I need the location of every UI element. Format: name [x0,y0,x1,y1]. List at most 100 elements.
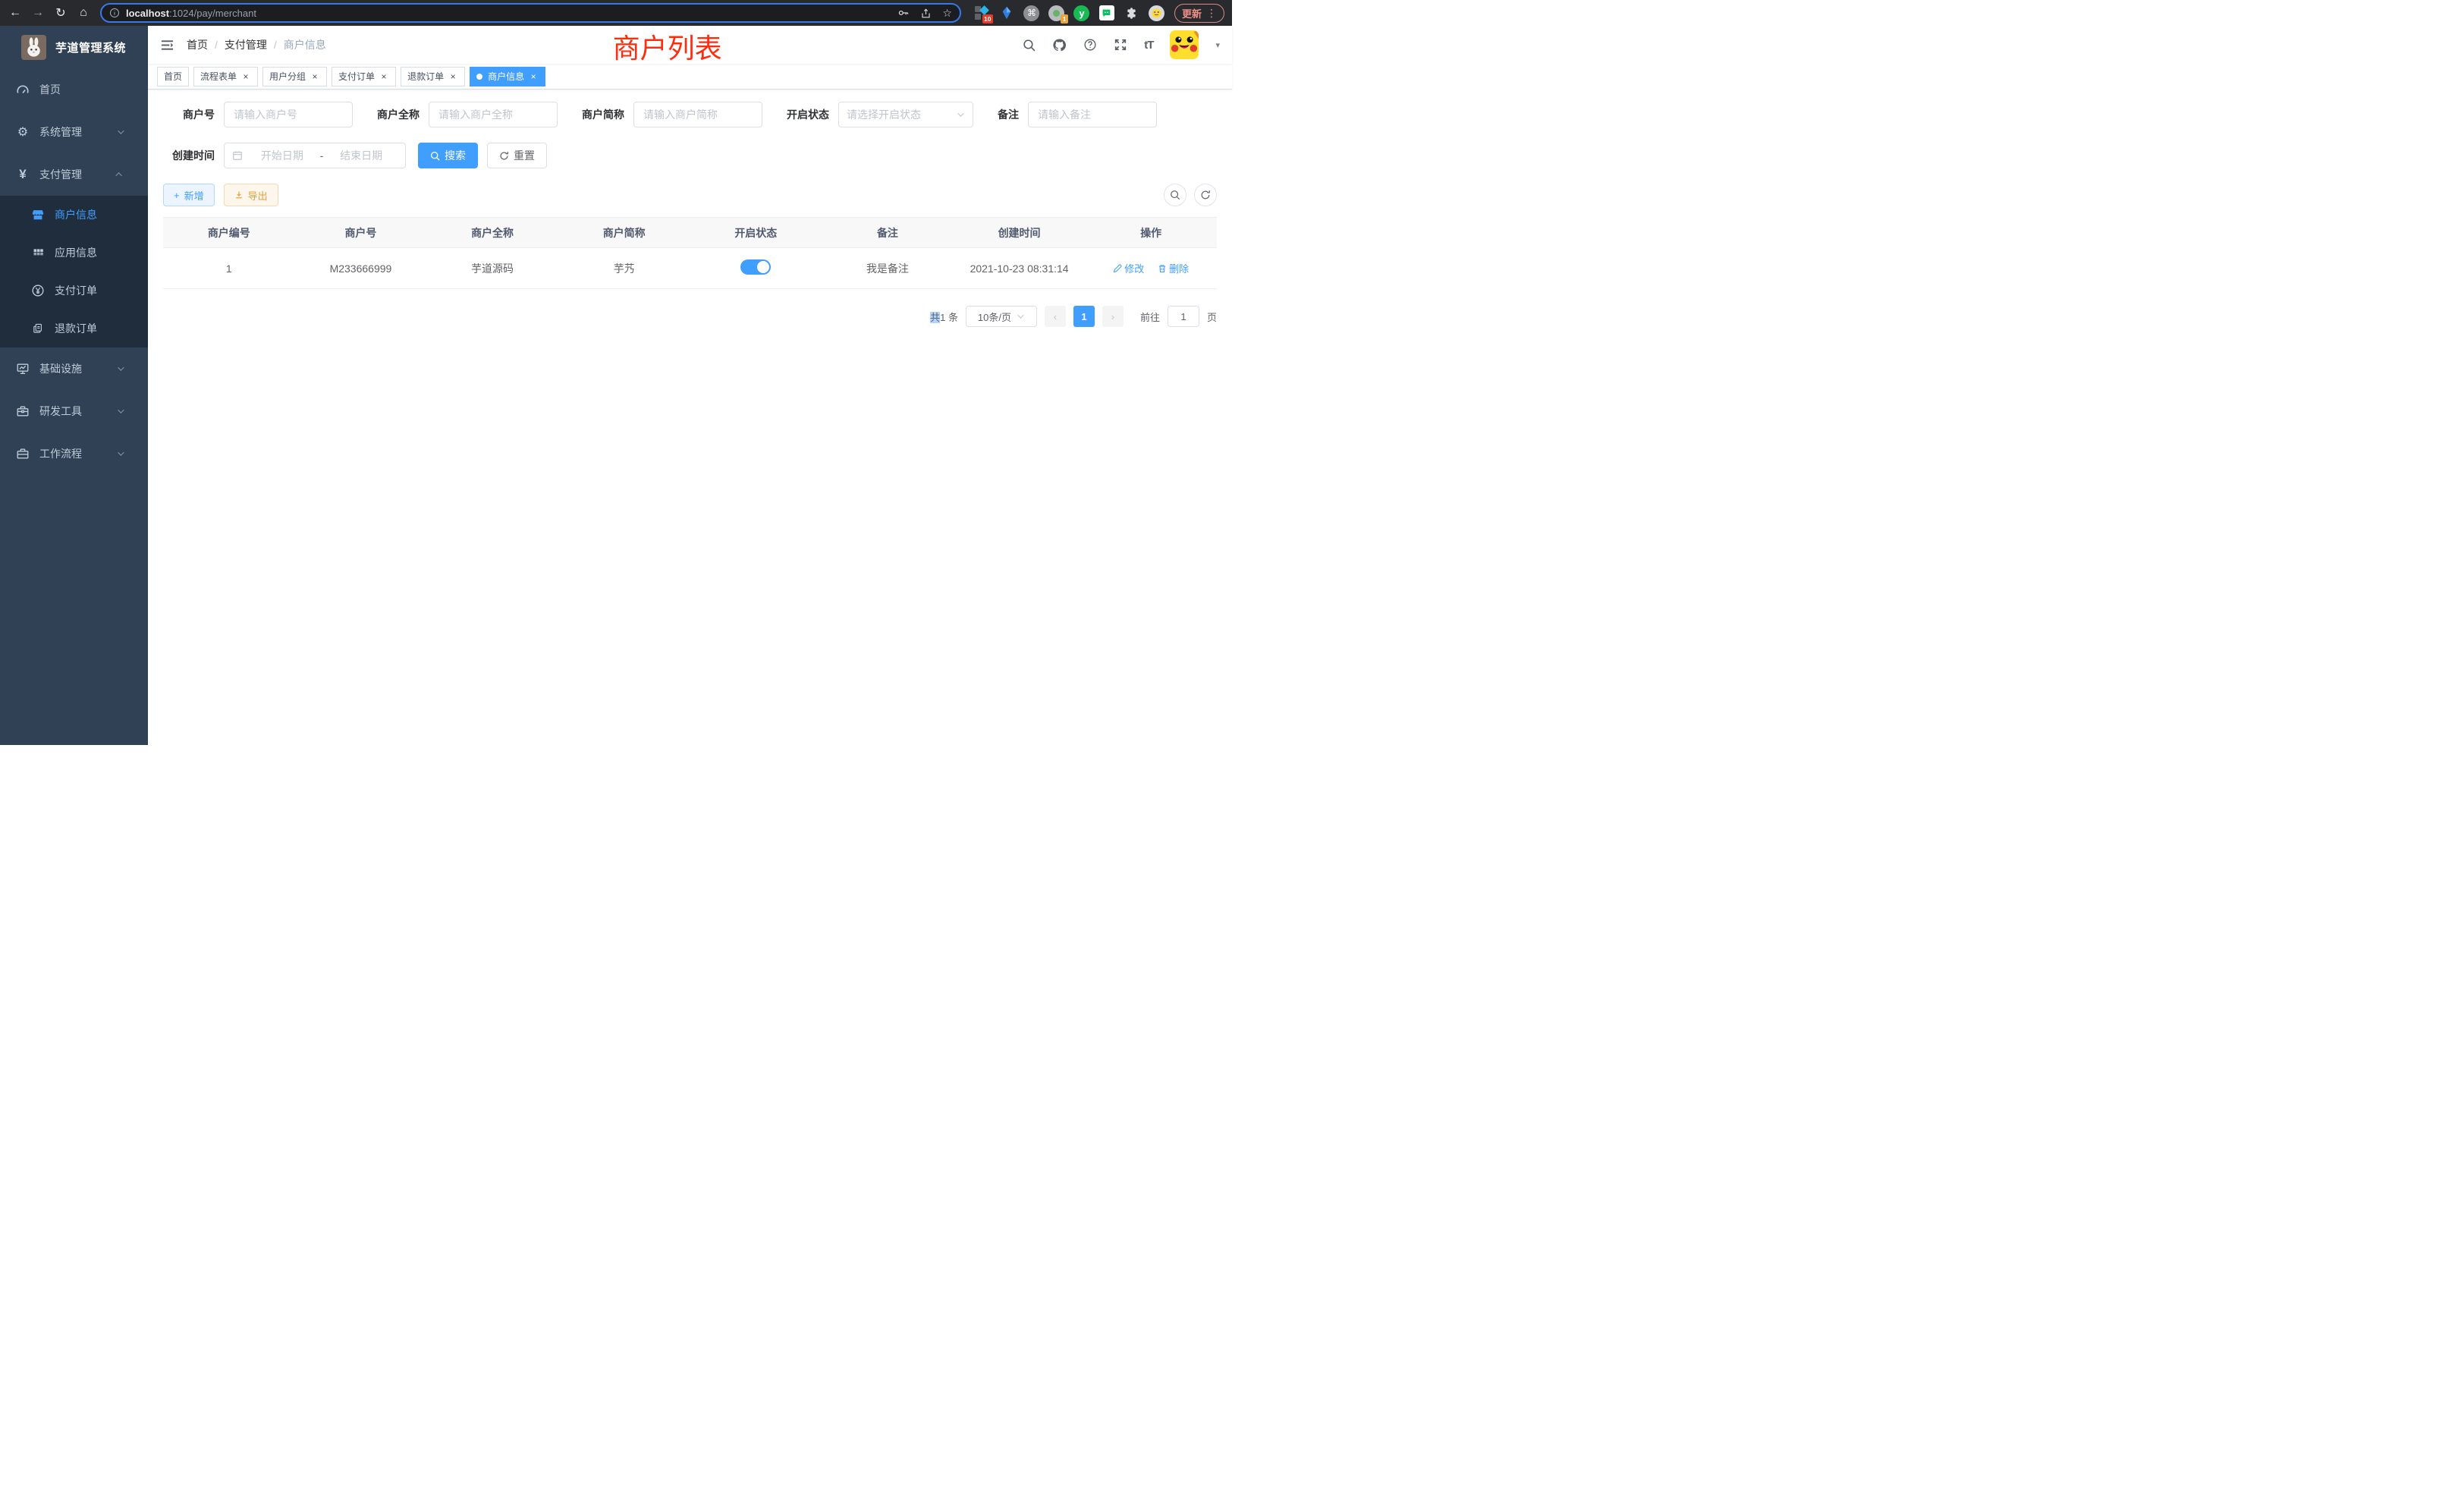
col-create-time: 创建时间 [954,218,1086,248]
status-toggle-on[interactable] [740,259,771,275]
merchant-full-name-input[interactable] [429,102,558,127]
app-logo-row[interactable]: 芋道管理系统 [0,26,148,68]
share-icon[interactable] [920,8,932,19]
tab-process-form[interactable]: 流程表单× [193,67,258,86]
extension-icon-command[interactable]: ⌘ [1023,5,1040,21]
sidebar-item-workflow[interactable]: 工作流程 [0,432,148,475]
tab-label: 用户分组 [269,70,306,83]
address-bar[interactable]: localhost :1024/pay/merchant ☆ [100,3,961,23]
extension-icon-meet[interactable]: 1 [1048,5,1065,21]
sidebar-item-label: 支付管理 [39,167,82,182]
url-host: localhost [126,8,169,19]
browser-back-button[interactable]: ← [5,2,26,24]
goto-page-input[interactable] [1168,306,1199,327]
current-page-button[interactable]: 1 [1073,306,1095,327]
sidebar-item-dev-tools[interactable]: 研发工具 [0,390,148,432]
sidebar-item-label: 系统管理 [39,124,82,140]
bookmark-star-icon[interactable]: ☆ [942,7,952,20]
github-icon[interactable] [1052,38,1067,52]
extension-badge: 1 [1061,14,1068,24]
tab-close-icon[interactable]: × [448,71,458,82]
monkey-diamond-icon [979,5,989,15]
tab-merchant-info-active[interactable]: 商户信息× [470,67,545,86]
tab-refund-order[interactable]: 退款订单× [401,67,465,86]
fullscreen-icon[interactable] [1114,38,1127,52]
site-info-icon[interactable] [109,8,120,18]
merchant-short-name-input[interactable] [633,102,762,127]
status-select[interactable]: 请选择开启状态 [838,102,973,127]
delete-row-button[interactable]: 删除 [1158,261,1189,275]
status-select-placeholder: 请选择开启状态 [847,107,957,122]
extension-badge: 10 [982,14,993,24]
password-key-icon[interactable] [897,7,910,19]
search-button-label: 搜索 [445,148,466,163]
documents-icon [30,322,46,335]
user-avatar[interactable] [1170,30,1199,59]
col-remark: 备注 [822,218,954,248]
browser-home-button[interactable]: ⌂ [73,2,94,24]
tab-label: 流程表单 [200,70,237,83]
tab-user-group[interactable]: 用户分组 × [262,67,327,86]
next-page-button[interactable]: › [1102,306,1124,327]
search-button[interactable]: 搜索 [418,143,478,168]
add-button-label: 新增 [184,188,204,203]
browser-reload-button[interactable]: ↻ [50,2,71,24]
help-icon[interactable] [1083,38,1097,52]
tab-close-icon[interactable]: × [310,71,320,82]
reset-button[interactable]: 重置 [487,143,547,168]
table-header-row: 商户编号 商户号 商户全称 商户简称 开启状态 备注 创建时间 操作 [163,218,1217,248]
extensions-puzzle-icon[interactable] [1124,5,1140,21]
edit-row-button[interactable]: 修改 [1113,261,1144,275]
header-search-icon[interactable] [1023,39,1036,52]
create-time-range-picker[interactable]: 开始日期 - 结束日期 [224,143,406,168]
page-size-select[interactable]: 10条/页 [966,306,1037,327]
sidebar-item-infrastructure[interactable]: 基础设施 [0,347,148,390]
col-status: 开启状态 [690,218,822,248]
sidebar-item-refund-order[interactable]: 退款订单 [0,310,148,347]
browser-update-menu-button[interactable]: 更新 ⋮ [1174,4,1224,23]
merchant-table: 商户编号 商户号 商户全称 商户简称 开启状态 备注 创建时间 操作 1 M23… [163,217,1217,289]
export-button[interactable]: 导出 [224,184,278,206]
tab-pay-order[interactable]: 支付订单× [332,67,396,86]
show-search-toggle-button[interactable] [1164,184,1186,206]
table-row: 1 M233666999 芋道源码 芋艿 我是备注 2021-10-23 08:… [163,248,1217,289]
merchant-no-input[interactable] [224,102,353,127]
breadcrumb-current: 商户信息 [284,37,326,52]
extension-icon-monkey[interactable]: 10 [973,5,990,21]
add-button[interactable]: + 新增 [163,184,215,206]
breadcrumb-home[interactable]: 首页 [187,37,208,52]
tab-home[interactable]: 首页 [157,67,189,86]
browser-profile-avatar[interactable] [1149,5,1165,21]
extension-icon-kite[interactable] [998,5,1015,21]
sidebar-item-home[interactable]: 首页 [0,68,148,111]
total-prefix: 共 [930,312,940,323]
chevron-up-icon [115,172,121,178]
tab-close-icon[interactable]: × [240,71,251,82]
sidebar-item-system[interactable]: ⚙ 系统管理 [0,111,148,153]
sidebar-item-merchant-info[interactable]: 商户信息 [0,196,148,234]
tab-label: 首页 [164,70,182,83]
remark-input[interactable] [1028,102,1157,127]
page-unit-label: 页 [1207,310,1217,324]
chat-bubble-icon [1099,5,1114,20]
sidebar-item-payment[interactable]: ¥ 支付管理 [0,153,148,196]
cell-full-name: 芋道源码 [426,248,558,289]
col-merchant-no: 商户号 [295,218,427,248]
sidebar-toggle-hamburger-icon[interactable] [160,38,174,52]
prev-page-button[interactable]: ‹ [1045,306,1066,327]
sidebar-item-app-info[interactable]: 应用信息 [0,234,148,272]
tab-close-icon[interactable]: × [379,71,389,82]
avatar-caret-down-icon[interactable]: ▾ [1215,40,1220,50]
page-size-value: 10条/页 [978,310,1011,324]
breadcrumb-payment[interactable]: 支付管理 [225,37,267,52]
tab-close-icon[interactable]: × [528,71,539,82]
font-size-icon[interactable]: tT [1144,39,1153,52]
chevron-down-icon [118,407,124,413]
extension-icon-chat[interactable] [1098,5,1115,21]
extension-icon-y[interactable]: y [1073,5,1090,21]
browser-forward-button[interactable]: → [27,2,49,24]
sidebar-item-label: 研发工具 [39,404,82,419]
pagination-total: 共1 条 [930,310,958,324]
sidebar-item-pay-order[interactable]: 支付订单 [0,272,148,310]
refresh-table-button[interactable] [1194,184,1217,206]
